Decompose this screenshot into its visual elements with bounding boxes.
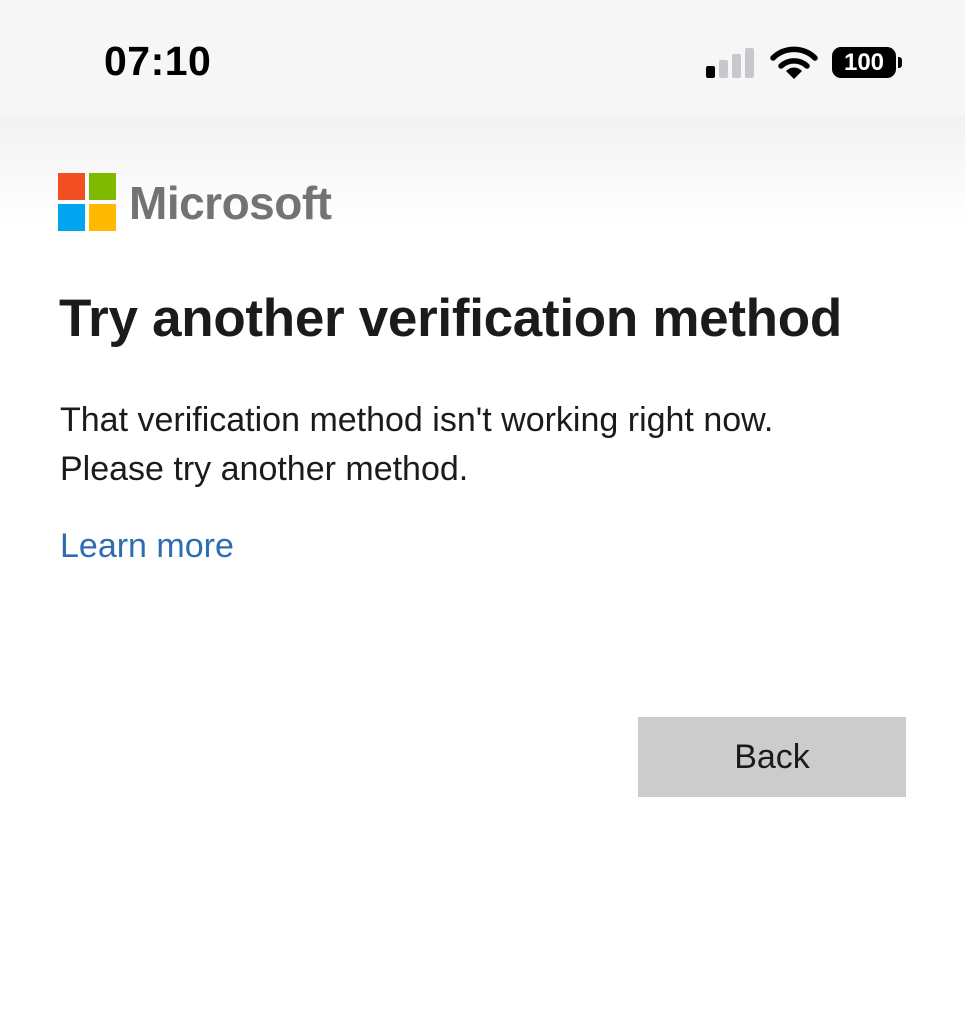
status-bar: 07:10 100	[0, 0, 965, 116]
message-line-2: Please try another method.	[60, 450, 469, 488]
wifi-icon	[770, 46, 818, 79]
error-message: That verification method isn't working r…	[60, 396, 920, 494]
message-line-1: That verification method isn't working r…	[60, 401, 774, 439]
battery-level: 100	[843, 49, 885, 76]
status-time: 07:10	[104, 38, 212, 84]
microsoft-logo-icon	[58, 173, 116, 231]
brand-name: Microsoft	[129, 177, 332, 229]
cellular-signal-icon	[706, 48, 756, 78]
battery-indicator: 100	[832, 47, 896, 78]
page-title: Try another verification method	[59, 289, 842, 348]
back-button[interactable]: Back	[638, 717, 906, 797]
learn-more-link[interactable]: Learn more	[60, 527, 234, 566]
battery-cap-icon	[898, 57, 902, 68]
